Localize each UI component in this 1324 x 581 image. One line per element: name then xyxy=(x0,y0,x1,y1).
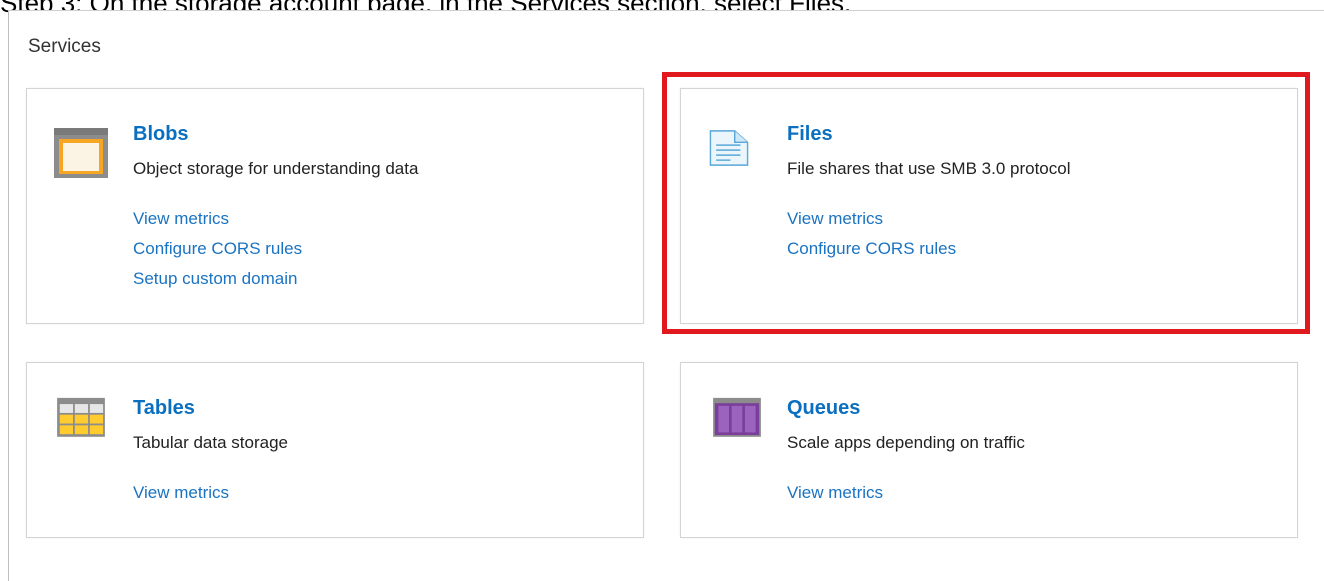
table-grid-icon xyxy=(57,397,105,437)
queues-card[interactable]: Queues Scale apps depending on traffic V… xyxy=(680,362,1298,538)
tables-title[interactable]: Tables xyxy=(133,397,195,420)
blobs-view-metrics-link[interactable]: View metrics xyxy=(133,206,302,232)
tables-description: Tabular data storage xyxy=(133,433,288,452)
queues-description: Scale apps depending on traffic xyxy=(787,433,1025,452)
files-highlight-box xyxy=(662,72,1310,334)
blob-storage-icon xyxy=(54,128,108,178)
blobs-description: Object storage for understanding data xyxy=(133,159,419,178)
blobs-title[interactable]: Blobs xyxy=(133,123,189,146)
queues-title[interactable]: Queues xyxy=(787,397,860,420)
blobs-configure-cors-link[interactable]: Configure CORS rules xyxy=(133,236,302,262)
services-section-title: Services xyxy=(28,36,101,57)
tables-view-metrics-link[interactable]: View metrics xyxy=(133,480,229,506)
blobs-custom-domain-link[interactable]: Setup custom domain xyxy=(133,266,302,292)
tables-card[interactable]: Tables Tabular data storage View metrics xyxy=(26,362,644,538)
queue-icon xyxy=(713,397,761,437)
queues-view-metrics-link[interactable]: View metrics xyxy=(787,480,883,506)
blobs-card[interactable]: Blobs Object storage for understanding d… xyxy=(26,88,644,324)
